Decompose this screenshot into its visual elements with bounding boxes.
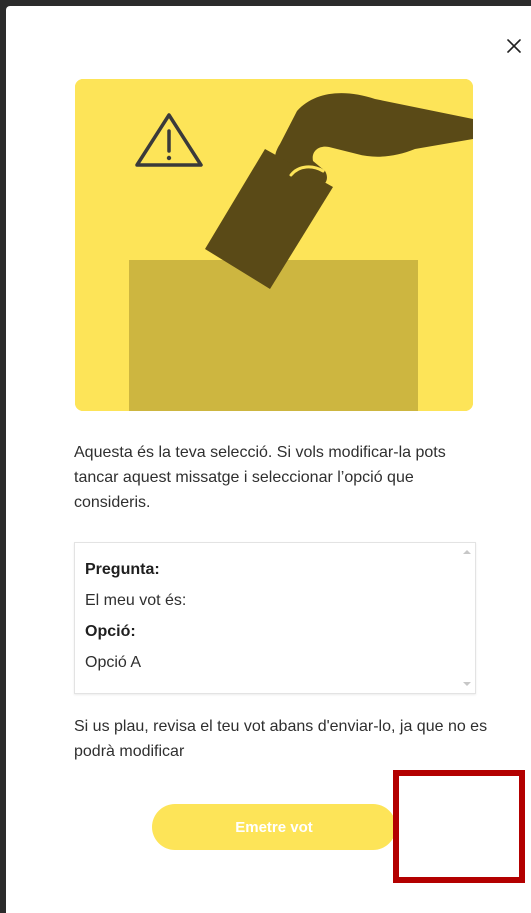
question-label: Pregunta:	[85, 561, 160, 578]
close-icon	[507, 39, 521, 53]
summary-scrollbar[interactable]	[459, 543, 475, 693]
scroll-down-icon[interactable]	[463, 682, 471, 686]
selection-intro-text: Aquesta és la teva selecció. Si vols mod…	[74, 444, 446, 511]
option-value: Opció A	[85, 654, 142, 671]
ballot-illustration	[75, 79, 473, 411]
highlight-annotation-box	[393, 770, 525, 883]
question-value: El meu vot és:	[85, 592, 187, 609]
option-label: Opció:	[85, 623, 136, 640]
scroll-up-icon[interactable]	[463, 550, 471, 554]
vote-summary-box: Pregunta: El meu vot és: Opció: Opció A	[74, 542, 476, 694]
submit-vote-button[interactable]: Emetre vot	[152, 804, 396, 850]
review-warning-text: Si us plau, revisa el teu vot abans d'en…	[74, 718, 488, 760]
close-button[interactable]	[500, 32, 528, 60]
